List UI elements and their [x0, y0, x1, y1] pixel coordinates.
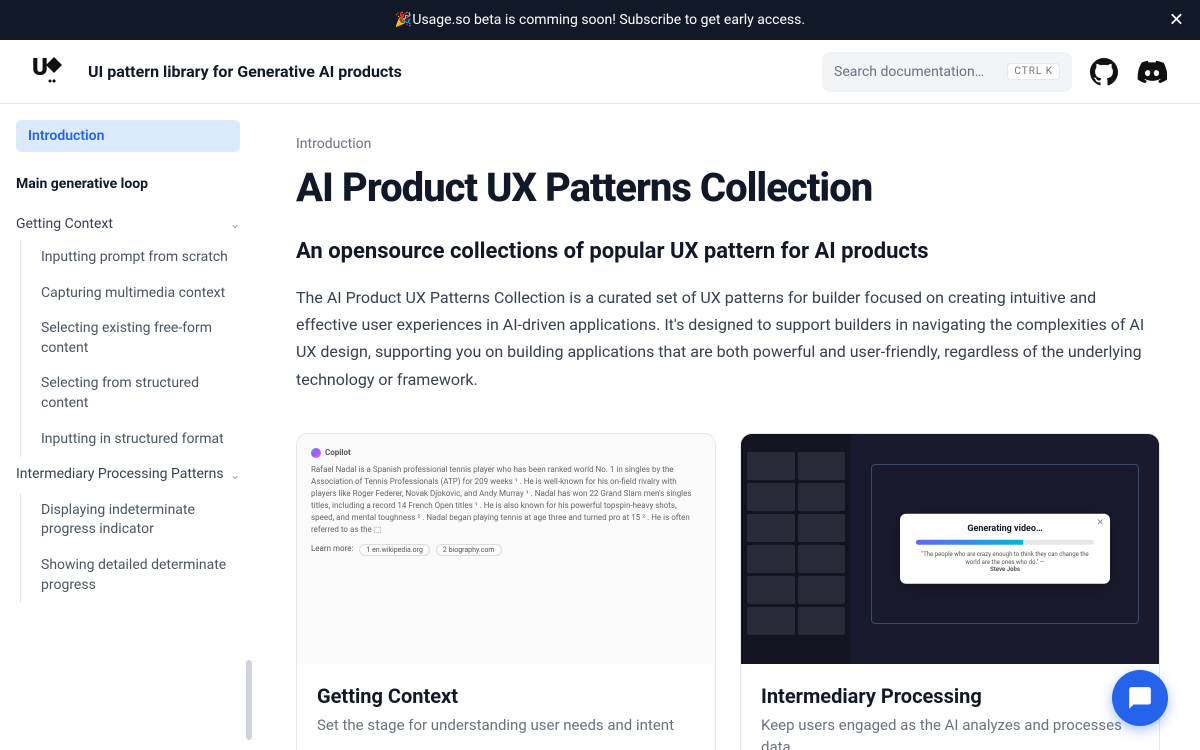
sidebar-item[interactable]: Capturing multimedia context	[21, 276, 240, 312]
chevron-down-icon: ⌄	[230, 217, 240, 231]
card-description: Keep users engaged as the AI analyzes an…	[761, 714, 1139, 750]
card-preview: ✕ Generating video… "The people who are …	[741, 434, 1159, 664]
copilot-icon	[311, 448, 321, 458]
quote-attribution: Steve Jobs	[990, 566, 1020, 573]
search-kbd: CTRL K	[1007, 63, 1060, 80]
modal-title: Generating video…	[916, 524, 1094, 534]
card-description: Set the stage for understanding user nee…	[317, 714, 695, 737]
copilot-label: Copilot	[325, 448, 351, 457]
card-title: Intermediary Processing	[761, 684, 1139, 708]
sidebar-group-getting-context[interactable]: Getting Context ⌄	[16, 208, 240, 240]
main-content: Introduction AI Product UX Patterns Coll…	[256, 104, 1200, 750]
sidebar: Introduction Main generative loop Gettin…	[0, 104, 256, 750]
sidebar-group-label: Intermediary Processing Patterns	[16, 465, 230, 485]
party-icon: 🎉	[395, 12, 412, 28]
mock-text: Rafael Nadal is a Spanish professional t…	[311, 464, 701, 536]
sidebar-item[interactable]: Selecting from structured content	[21, 366, 240, 421]
chat-icon	[1127, 685, 1153, 711]
site-title: UI pattern library for Generative AI pro…	[88, 62, 402, 81]
header: U UI pattern library for Generative AI p…	[0, 40, 1200, 104]
sidebar-item[interactable]: Showing detailed determinate progress	[21, 548, 240, 603]
card-preview: Copilot Rafael Nadal is a Spanish profes…	[297, 434, 715, 664]
breadcrumb: Introduction	[296, 136, 1160, 152]
search-placeholder: Search documentation…	[834, 64, 999, 80]
announcement-banner[interactable]: 🎉 Usage.so beta is comming soon! Subscri…	[0, 0, 1200, 40]
learn-more-label: Learn more:	[311, 544, 353, 556]
search-input[interactable]: Search documentation… CTRL K	[822, 52, 1072, 92]
page-subtitle: An opensource collections of popular UX …	[296, 239, 1160, 264]
banner-text: Usage.so beta is comming soon! Subscribe…	[412, 12, 805, 28]
close-icon: ✕	[1096, 518, 1104, 528]
progress-bar	[916, 540, 1094, 545]
logo[interactable]: U	[32, 53, 76, 91]
chat-fab[interactable]	[1112, 670, 1168, 726]
intro-paragraph: The AI Product UX Patterns Collection is…	[296, 284, 1160, 393]
svg-text:U: U	[32, 53, 47, 81]
sidebar-item[interactable]: Inputting in structured format	[21, 422, 240, 458]
chevron-down-icon: ⌄	[230, 467, 240, 484]
sidebar-item[interactable]: Inputting prompt from scratch	[21, 240, 240, 276]
card-intermediary-processing[interactable]: ✕ Generating video… "The people who are …	[740, 433, 1160, 750]
sidebar-item[interactable]: Selecting existing free-form content	[21, 311, 240, 366]
scrollbar[interactable]	[246, 660, 252, 740]
quote-text: "The people who are crazy enough to thin…	[921, 551, 1088, 566]
sidebar-item-introduction[interactable]: Introduction	[16, 120, 240, 152]
sidebar-item[interactable]: Displaying indeterminate progress indica…	[21, 493, 240, 548]
progress-modal: ✕ Generating video… "The people who are …	[900, 514, 1110, 584]
discord-icon[interactable]	[1136, 56, 1168, 88]
sidebar-group-intermediary[interactable]: Intermediary Processing Patterns ⌄	[16, 457, 240, 493]
sidebar-group-label: Getting Context	[16, 216, 230, 232]
source-pill: 2 biography.com	[436, 544, 502, 556]
sidebar-section-main-loop: Main generative loop	[16, 168, 240, 200]
close-icon[interactable]: ✕	[1169, 10, 1184, 31]
source-pill: 1 en.wikipedia.org	[359, 544, 429, 556]
page-title: AI Product UX Patterns Collection	[296, 164, 1160, 211]
card-getting-context[interactable]: Copilot Rafael Nadal is a Spanish profes…	[296, 433, 716, 750]
github-icon[interactable]	[1088, 56, 1120, 88]
card-title: Getting Context	[317, 684, 695, 708]
